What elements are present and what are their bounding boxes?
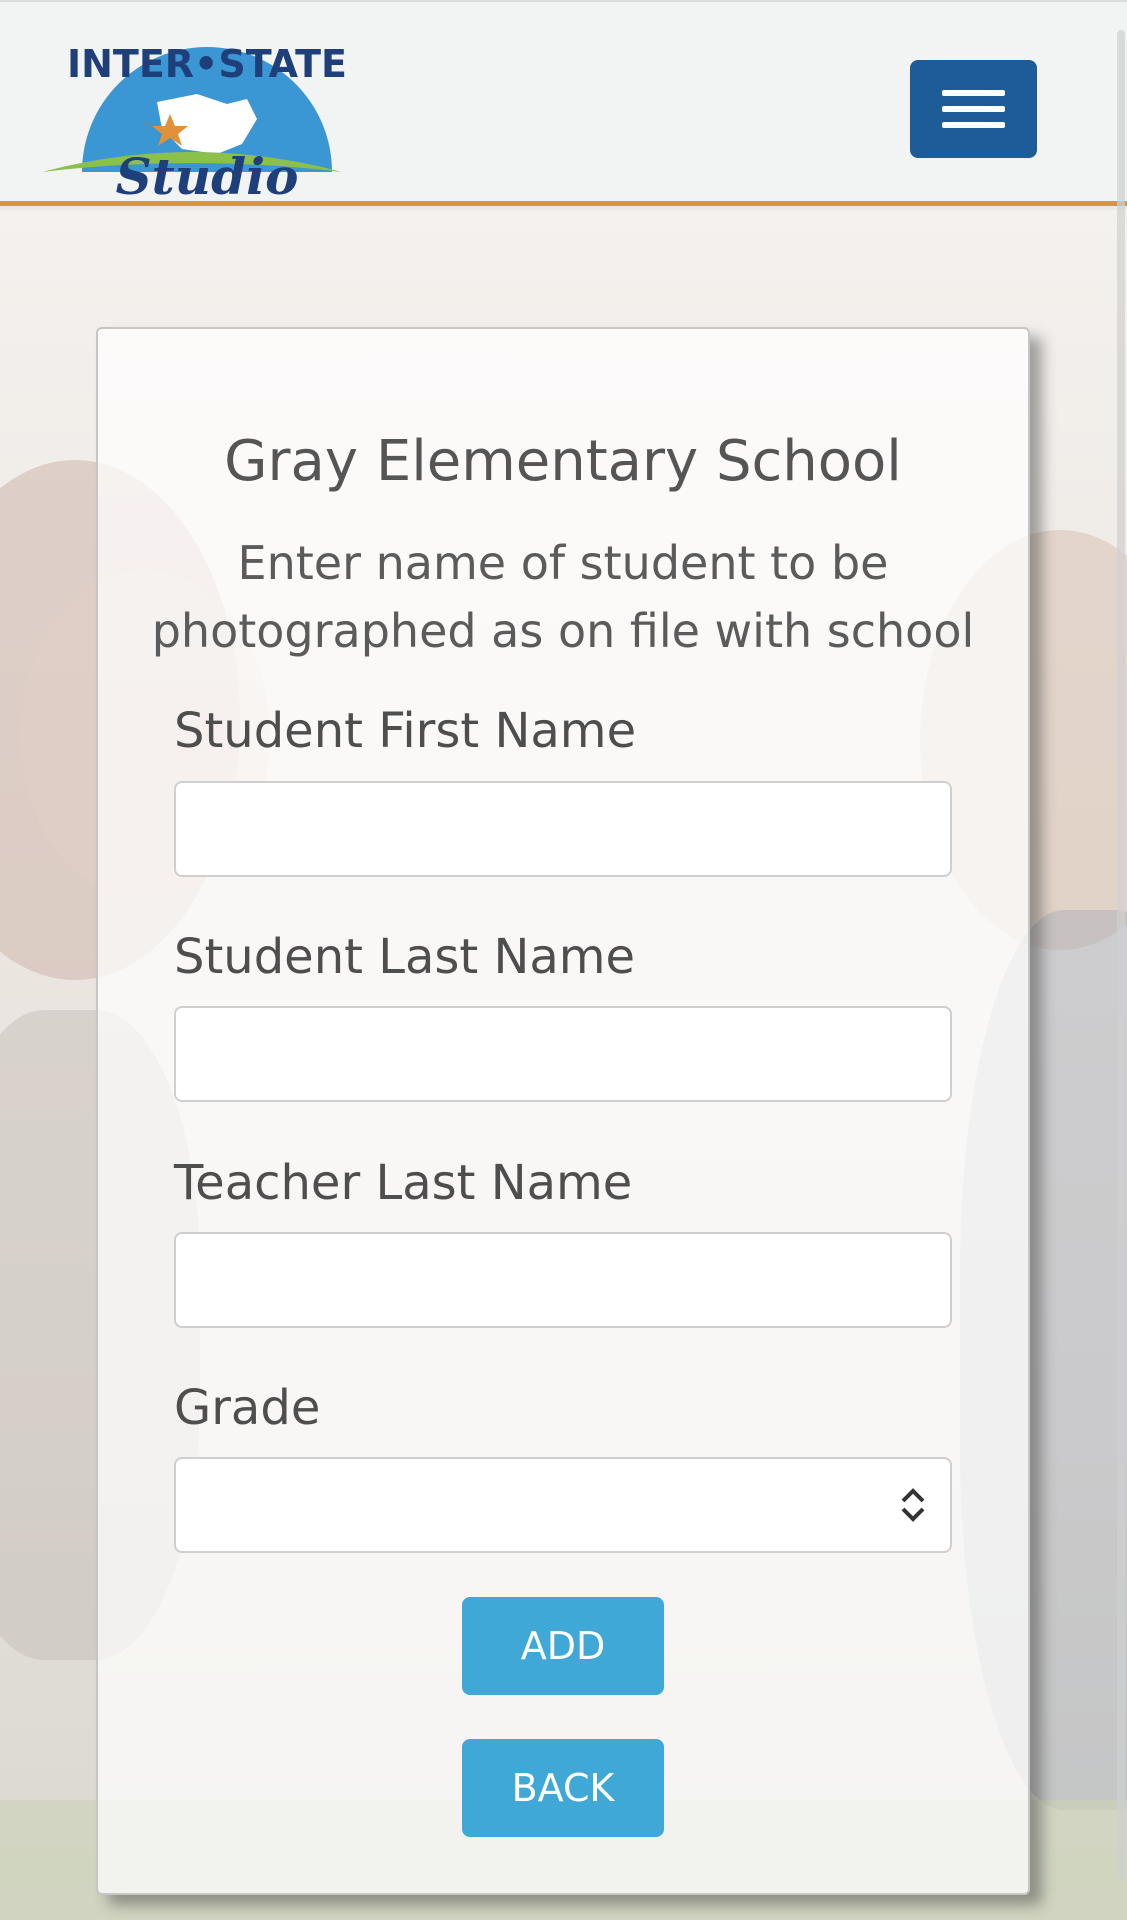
instructions-text: Enter name of student to be photographed… xyxy=(151,536,975,658)
add-button[interactable]: ADD xyxy=(462,1597,664,1695)
teacher-last-name-input[interactable] xyxy=(174,1232,952,1328)
grade-label: Grade xyxy=(174,1380,321,1436)
logo-text-top: INTER•STATE xyxy=(67,42,347,86)
teacher-last-name-label: Teacher Last Name xyxy=(174,1155,633,1211)
site-header: INTER•STATE Studio xyxy=(0,0,1127,206)
first-name-label: Student First Name xyxy=(174,703,637,759)
menu-button[interactable] xyxy=(910,60,1037,158)
logo-text-bottom: Studio xyxy=(116,147,299,204)
interstate-studio-logo[interactable]: INTER•STATE Studio xyxy=(42,22,372,204)
select-caret-icon xyxy=(901,1488,925,1522)
school-title: Gray Elementary School xyxy=(224,429,902,494)
grade-select[interactable] xyxy=(174,1457,952,1553)
student-last-name-input[interactable] xyxy=(174,1006,952,1102)
student-first-name-input[interactable] xyxy=(174,781,952,877)
student-form-card: Gray Elementary School Enter name of stu… xyxy=(96,327,1030,1895)
scrollbar[interactable] xyxy=(1117,30,1125,1880)
back-button[interactable]: BACK xyxy=(462,1739,664,1837)
last-name-label: Student Last Name xyxy=(174,929,636,985)
